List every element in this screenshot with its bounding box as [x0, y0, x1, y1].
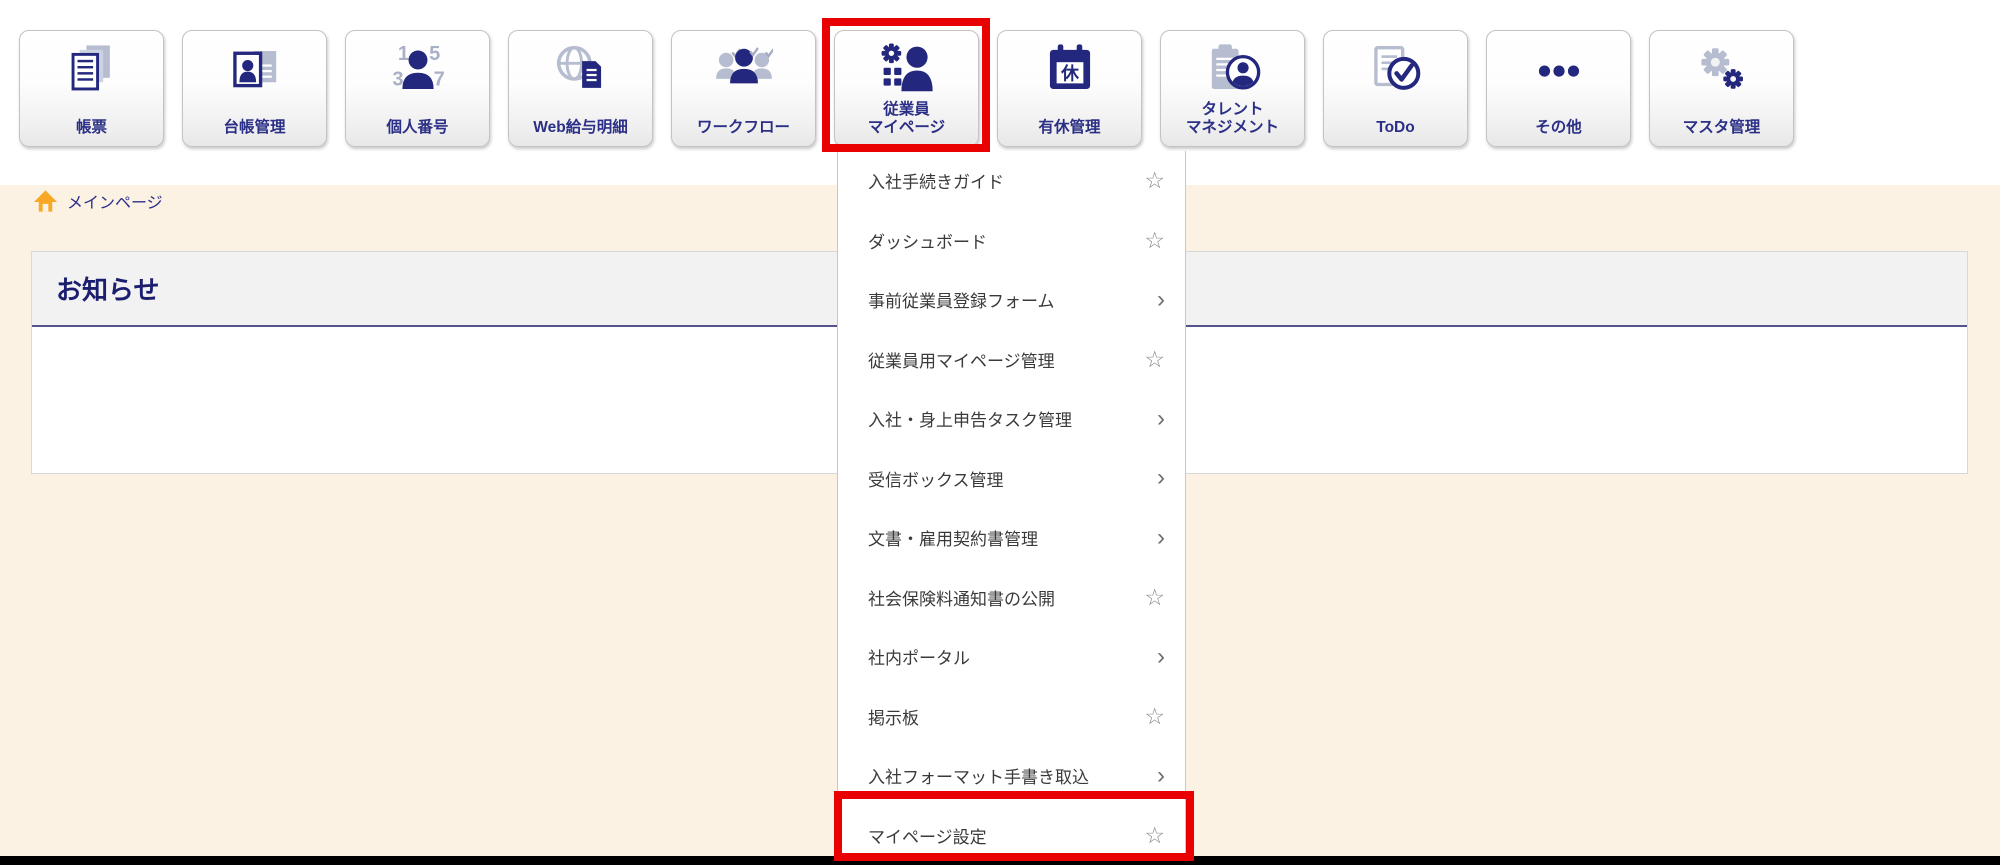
toolbar-button-web-payslip[interactable]: Web給与明細: [508, 30, 653, 147]
clipboard-person-icon: [1204, 41, 1262, 99]
chevron-right-icon: ›: [1157, 764, 1165, 788]
star-icon[interactable]: ☆: [1144, 824, 1165, 847]
toolbar-button-talent-management[interactable]: タレント マネジメント: [1160, 30, 1305, 147]
toolbar-button-label: ToDo: [1324, 119, 1467, 138]
menu-item-company-portal[interactable]: 社内ポータル ›: [838, 627, 1185, 687]
breadcrumb[interactable]: メインページ: [33, 187, 163, 215]
toolbar-button-label: ワークフロー: [672, 119, 815, 138]
app-window: 帳票 台帳管理 15 3 7 個人番号: [0, 0, 2000, 865]
star-icon[interactable]: ☆: [1144, 705, 1165, 728]
toolbar-button-todo[interactable]: ToDo: [1323, 30, 1468, 147]
menu-item-document-contract-admin[interactable]: 文書・雇用契約書管理 ›: [838, 508, 1185, 568]
ledger-icon: [226, 41, 284, 99]
documents-icon: [63, 41, 121, 99]
svg-text:1: 1: [397, 43, 408, 65]
menu-item-onboarding-task-admin[interactable]: 入社・身上申告タスク管理 ›: [838, 389, 1185, 449]
toolbar-button-master-management[interactable]: マスタ管理: [1649, 30, 1794, 147]
svg-text:3: 3: [392, 69, 403, 91]
chevron-right-icon: ›: [1157, 526, 1165, 550]
star-icon[interactable]: ☆: [1144, 348, 1165, 371]
gears-icon: [1693, 41, 1751, 99]
toolbar-button-employee-mypage[interactable]: 従業員 マイページ: [834, 30, 979, 147]
star-icon[interactable]: ☆: [1144, 229, 1165, 252]
svg-text:休: 休: [1060, 62, 1079, 83]
menu-item-handwritten-format-import[interactable]: 入社フォーマット手書き取込 ›: [838, 746, 1185, 806]
toolbar-button-label: タレント マネジメント: [1161, 101, 1304, 138]
breadcrumb-label[interactable]: メインページ: [67, 189, 163, 213]
menu-item-social-insurance-notice[interactable]: 社会保険料通知書の公開 ☆: [838, 568, 1185, 628]
toolbar-button-mynumber[interactable]: 15 3 7 個人番号: [345, 30, 490, 147]
chevron-right-icon: ›: [1157, 645, 1165, 669]
home-icon[interactable]: [33, 189, 58, 213]
employee-mypage-dropdown-menu: 入社手続きガイド ☆ ダッシュボード ☆ 事前従業員登録フォーム › 従業員用マ…: [837, 151, 1186, 865]
toolbar-button-others[interactable]: その他: [1486, 30, 1631, 147]
workflow-people-icon: [715, 41, 773, 99]
menu-item-pre-employee-registration-form[interactable]: 事前従業員登録フォーム ›: [838, 270, 1185, 330]
menu-item-inbox-admin[interactable]: 受信ボックス管理 ›: [838, 449, 1185, 509]
chevron-right-icon: ›: [1157, 288, 1165, 312]
toolbar-button-forms[interactable]: 帳票: [19, 30, 164, 147]
bottom-black-bar: [0, 856, 2000, 865]
toolbar-button-label: 従業員 マイページ: [835, 101, 978, 138]
toolbar-button-leave-management[interactable]: 休 有休管理: [997, 30, 1142, 147]
toolbar-button-label: Web給与明細: [509, 119, 652, 138]
toolbar-button-workflow[interactable]: ワークフロー: [671, 30, 816, 147]
toolbar-button-label: 帳票: [20, 119, 163, 138]
person-number-icon: 15 3 7: [389, 41, 447, 99]
ellipsis-icon: [1530, 41, 1588, 99]
gear-person-icon: [878, 41, 936, 99]
toolbar-button-ledger[interactable]: 台帳管理: [182, 30, 327, 147]
svg-text:7: 7: [433, 69, 444, 91]
svg-text:5: 5: [429, 43, 440, 65]
star-icon[interactable]: ☆: [1144, 586, 1165, 609]
calendar-leave-icon: 休: [1041, 41, 1099, 99]
document-check-icon: [1367, 41, 1425, 99]
menu-item-employee-mypage-admin[interactable]: 従業員用マイページ管理 ☆: [838, 330, 1185, 390]
chevron-right-icon: ›: [1157, 407, 1165, 431]
star-icon[interactable]: ☆: [1144, 169, 1165, 192]
toolbar-button-label: マスタ管理: [1650, 119, 1793, 138]
menu-item-dashboard[interactable]: ダッシュボード ☆: [838, 211, 1185, 271]
toolbar-button-label: 台帳管理: [183, 119, 326, 138]
toolbar-button-label: その他: [1487, 119, 1630, 138]
chevron-right-icon: ›: [1157, 466, 1165, 490]
menu-item-bulletin-board[interactable]: 掲示板 ☆: [838, 687, 1185, 747]
toolbar-button-label: 個人番号: [346, 119, 489, 138]
toolbar-button-label: 有休管理: [998, 119, 1141, 138]
globe-document-icon: [552, 41, 610, 99]
menu-item-onboarding-guide[interactable]: 入社手続きガイド ☆: [838, 151, 1185, 211]
notice-panel-title: お知らせ: [56, 270, 159, 307]
